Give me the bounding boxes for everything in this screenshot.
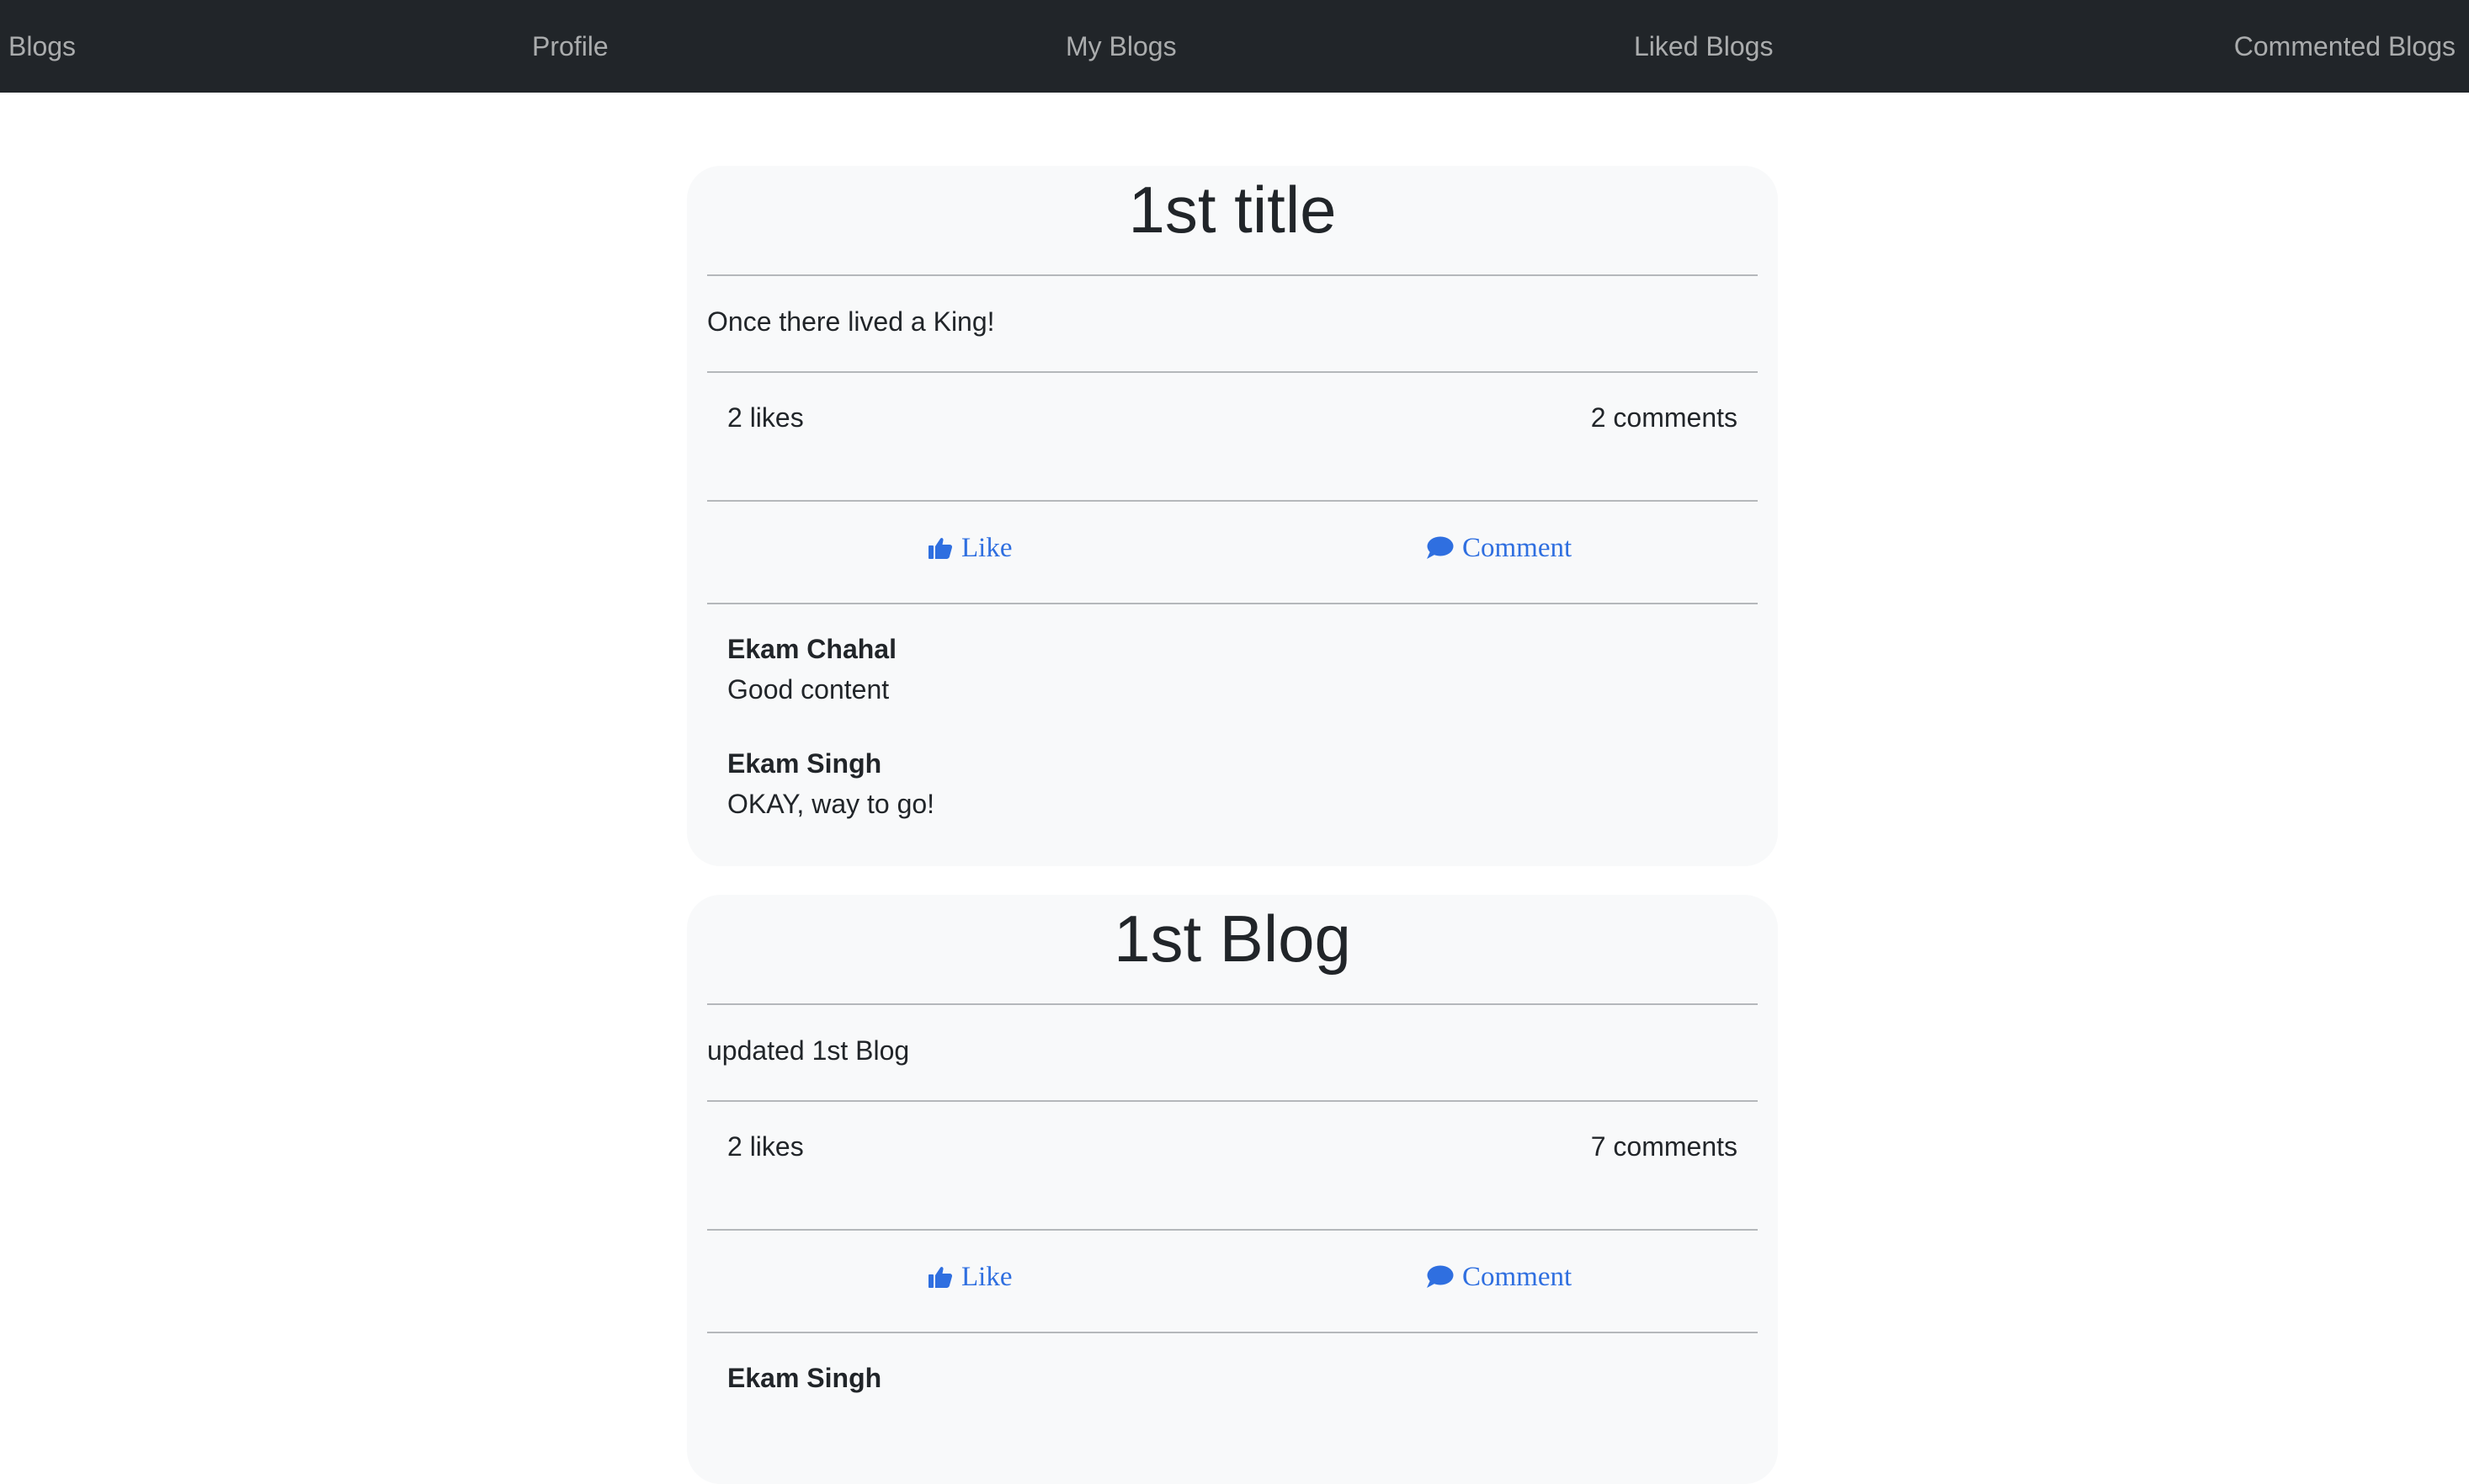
divider [707, 500, 1758, 502]
likes-count: 2 likes [727, 402, 804, 433]
likes-count: 2 likes [727, 1131, 804, 1162]
comment-text: Good content [727, 674, 890, 705]
comment-label: Comment [1462, 532, 1572, 563]
nav-commented-blogs-link[interactable]: Commented Blogs [2234, 0, 2456, 93]
blog-content: Once there lived a King! [707, 306, 995, 337]
blog-title: 1st title [1128, 173, 1337, 247]
blog-content: updated 1st Blog [707, 1035, 910, 1066]
like-label: Like [961, 1261, 1013, 1292]
like-button[interactable]: Like [928, 529, 1012, 566]
nav-profile-link[interactable]: Profile [532, 0, 609, 93]
nav-blogs-link[interactable]: Blogs [8, 0, 76, 93]
comment-item: Ekam Singh OKAY, way to go! [727, 747, 934, 821]
divider [707, 1100, 1758, 1102]
like-button[interactable]: Like [928, 1258, 1012, 1295]
thumbs-up-icon [928, 536, 953, 560]
comment-author: Ekam Singh [727, 1363, 882, 1393]
like-label: Like [961, 532, 1013, 563]
comment-author: Ekam Chahal [727, 634, 897, 664]
comment-item: Ekam Singh [727, 1361, 881, 1395]
comment-text: OKAY, way to go! [727, 789, 935, 819]
blog-title: 1st Blog [1114, 902, 1351, 976]
comment-button[interactable]: Comment [1425, 529, 1572, 566]
comments-count[interactable]: 2 comments [1591, 401, 1737, 434]
comment-item: Ekam Chahal Good content [727, 632, 897, 706]
speech-bubble-icon [1425, 535, 1454, 561]
nav-my-blogs-link[interactable]: My Blogs [1066, 0, 1177, 93]
comment-label: Comment [1462, 1261, 1572, 1292]
blog-card: 1st title Once there lived a King! 2 lik… [687, 166, 1778, 866]
thumbs-up-icon [928, 1265, 953, 1289]
divider [707, 603, 1758, 604]
navbar: Blogs Profile My Blogs Liked Blogs Comme… [0, 0, 2469, 93]
speech-bubble-icon [1425, 1264, 1454, 1290]
comment-button[interactable]: Comment [1425, 1258, 1572, 1295]
divider [707, 1229, 1758, 1231]
nav-liked-blogs-link[interactable]: Liked Blogs [1634, 0, 1773, 93]
divider [707, 371, 1758, 373]
divider [707, 1003, 1758, 1005]
blog-card: 1st Blog updated 1st Blog 2 likes 7 comm… [687, 895, 1778, 1484]
divider [707, 1332, 1758, 1333]
comments-count[interactable]: 7 comments [1591, 1130, 1737, 1163]
comment-author: Ekam Singh [727, 748, 882, 779]
divider [707, 274, 1758, 276]
